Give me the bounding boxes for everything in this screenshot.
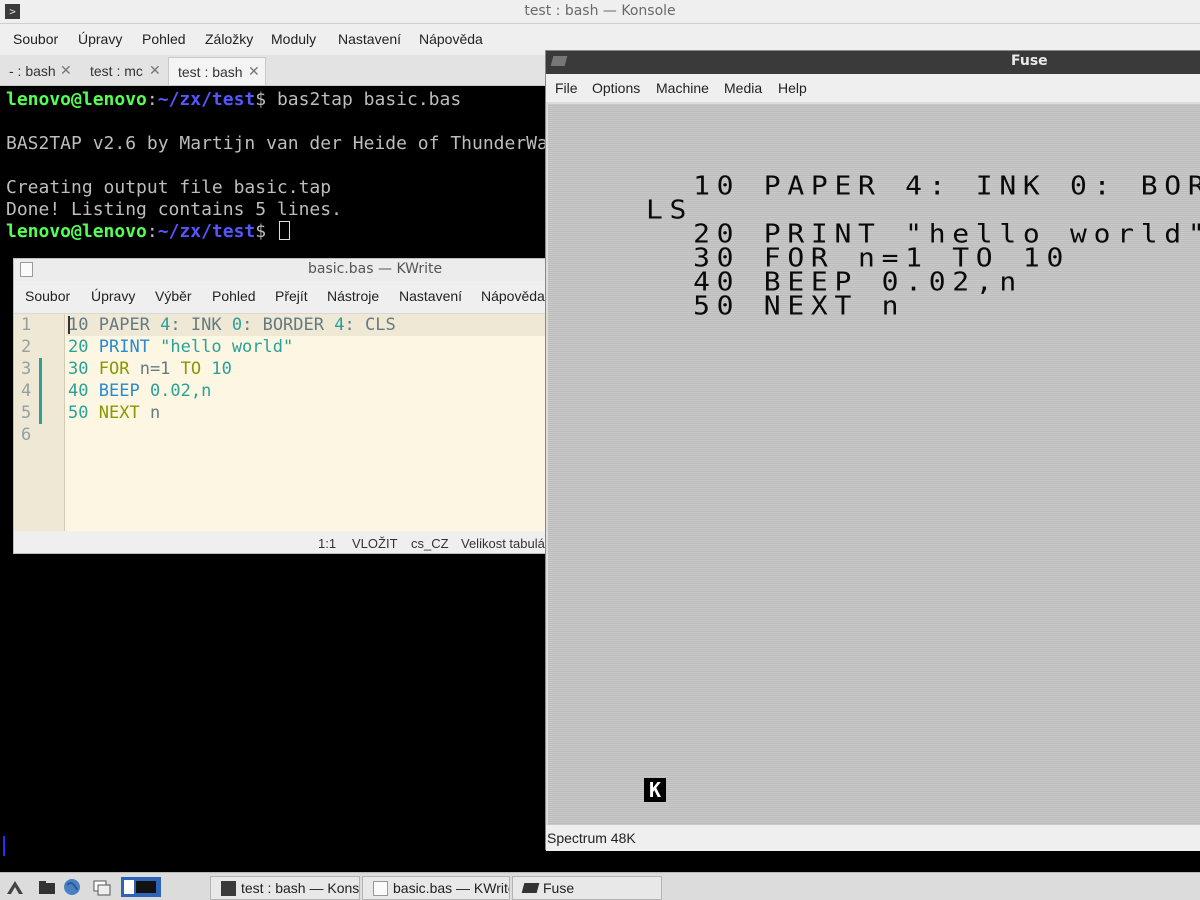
screen-line: 50 NEXT n bbox=[646, 290, 906, 321]
modified-line-marker bbox=[39, 358, 42, 380]
task-fuse[interactable]: Fuse bbox=[512, 876, 662, 900]
terminal-output-line: Creating output file basic.tap bbox=[6, 177, 332, 198]
prompt-end: $ bbox=[255, 221, 277, 242]
menu-upravy[interactable]: Úpravy bbox=[91, 288, 135, 304]
document-icon bbox=[373, 881, 388, 896]
prompt-path: ~/zx/test bbox=[157, 89, 256, 110]
screen-line: 10 PAPER 4: INK 0: BORDER 4: C bbox=[693, 170, 1200, 201]
prompt-path: ~/zx/test bbox=[157, 221, 256, 242]
task-label: Fuse bbox=[543, 880, 575, 896]
spectrum-icon bbox=[521, 883, 540, 893]
menu-help[interactable]: Help bbox=[778, 80, 807, 96]
prompt-user: lenovo@lenovo bbox=[6, 221, 147, 242]
task-label: test : bash — Konsole bbox=[241, 880, 360, 896]
code-line: 10 PAPER 4: INK 0: BORDER 4: CLS bbox=[68, 315, 396, 335]
kwrite-title: basic.bas — KWrite bbox=[308, 261, 443, 277]
code-line: 20 PRINT "hello world" bbox=[68, 337, 294, 357]
terminal-icon bbox=[221, 881, 236, 896]
tab-test-bash-active[interactable]: test : bash ✕ bbox=[168, 57, 266, 85]
terminal-command-line: lenovo@lenovo:~/zx/test$ bas2tap basic.b… bbox=[6, 89, 461, 111]
menu-options[interactable]: Options bbox=[592, 80, 640, 96]
menu-machine[interactable]: Machine bbox=[656, 80, 709, 96]
menu-nastroje[interactable]: Nástroje bbox=[327, 288, 379, 304]
menu-prejit[interactable]: Přejít bbox=[275, 288, 308, 304]
text-cursor bbox=[68, 316, 70, 334]
menu-nastaveni[interactable]: Nastavení bbox=[399, 288, 462, 304]
konsole-title: test : bash — Konsole bbox=[524, 3, 676, 19]
input-mode[interactable]: VLOŽIT bbox=[352, 536, 398, 551]
task-label: basic.bas — KWrite bbox=[393, 880, 510, 896]
menu-moduly[interactable]: Moduly bbox=[271, 31, 316, 47]
web-browser-icon[interactable] bbox=[62, 877, 82, 897]
close-tab-icon[interactable]: ✕ bbox=[60, 62, 72, 79]
fuse-title: Fuse bbox=[1011, 53, 1048, 69]
terminal-command: bas2tap basic.bas bbox=[276, 89, 462, 110]
tab-size-setting[interactable]: Velikost tabulátoru: 4 bbox=[461, 536, 545, 551]
konsole-titlebar[interactable]: > test : bash — Konsole bbox=[0, 0, 1200, 24]
menu-file[interactable]: File bbox=[555, 80, 578, 96]
close-tab-icon[interactable]: ✕ bbox=[248, 63, 260, 80]
keyword-cursor: K bbox=[644, 778, 666, 802]
file-manager-icon[interactable] bbox=[37, 877, 57, 897]
terminal-scroll-marker bbox=[3, 836, 5, 856]
show-windows-icon[interactable] bbox=[92, 877, 112, 897]
line-number: 6 bbox=[21, 425, 32, 445]
code-line: 50 NEXT n bbox=[68, 403, 161, 423]
document-icon[interactable] bbox=[20, 262, 33, 277]
line-number: 4 bbox=[21, 381, 32, 401]
code-line: 30 FOR n=1 TO 10 bbox=[68, 359, 232, 379]
prompt-separator: : bbox=[146, 89, 158, 110]
taskbar: test : bash — Konsole basic.bas — KWrite… bbox=[0, 872, 1200, 900]
prompt-separator: : bbox=[146, 221, 158, 242]
line-number: 2 bbox=[21, 337, 32, 357]
menu-zalozky[interactable]: Záložky bbox=[205, 31, 253, 47]
tab-mc[interactable]: test : mc ✕ bbox=[81, 57, 167, 85]
line-number: 3 bbox=[21, 359, 32, 379]
tab-label: test : bash bbox=[178, 64, 243, 80]
menu-soubor[interactable]: Soubor bbox=[13, 31, 58, 47]
spectrum-icon[interactable] bbox=[550, 56, 568, 66]
kwrite-titlebar[interactable]: basic.bas — KWrite bbox=[14, 259, 545, 281]
prompt-end: $ bbox=[255, 89, 277, 110]
kwrite-statusbar: 1:1 VLOŽIT cs_CZ Velikost tabulátoru: 4 bbox=[14, 531, 545, 553]
fuse-menubar: File Options Machine Media Help bbox=[546, 74, 1200, 102]
task-konsole[interactable]: test : bash — Konsole bbox=[210, 876, 360, 900]
code-editor[interactable]: 1 2 3 4 5 6 10 PAPER 4: INK 0: BORDER 4:… bbox=[14, 313, 545, 532]
menu-nastaveni[interactable]: Nastavení bbox=[338, 31, 401, 47]
menu-napoveda[interactable]: Nápověda bbox=[419, 31, 483, 47]
fuse-statusbar: Spectrum 48K bbox=[546, 825, 1200, 851]
menu-pohled[interactable]: Pohled bbox=[142, 31, 186, 47]
desktop-pager-icon[interactable] bbox=[121, 877, 161, 897]
cursor-position[interactable]: 1:1 bbox=[318, 536, 336, 551]
line-number-gutter: 1 2 3 4 5 6 bbox=[14, 314, 65, 532]
modified-line-marker bbox=[39, 380, 42, 402]
line-number: 1 bbox=[21, 315, 32, 335]
fuse-titlebar[interactable]: Fuse bbox=[546, 51, 1200, 74]
modified-line-marker bbox=[39, 402, 42, 424]
tab-label: test : mc bbox=[90, 63, 143, 79]
kwrite-menubar: Soubor Úpravy Výběr Pohled Přejít Nástro… bbox=[14, 281, 545, 313]
terminal-output-line: Done! Listing contains 5 lines. bbox=[6, 199, 342, 220]
kwrite-window: basic.bas — KWrite Soubor Úpravy Výběr P… bbox=[13, 258, 546, 554]
tab-bash[interactable]: - : bash ✕ bbox=[0, 57, 80, 85]
line-number: 5 bbox=[21, 403, 32, 423]
fuse-window: Fuse File Options Machine Media Help 10 … bbox=[545, 50, 1200, 851]
machine-type: Spectrum 48K bbox=[547, 830, 636, 846]
spectrum-screen[interactable]: 10 PAPER 4: INK 0: BORDER 4: C LS 20 PRI… bbox=[548, 104, 1200, 825]
menu-media[interactable]: Media bbox=[724, 80, 762, 96]
task-kwrite[interactable]: basic.bas — KWrite bbox=[362, 876, 510, 900]
close-tab-icon[interactable]: ✕ bbox=[149, 62, 161, 79]
menu-napoveda[interactable]: Nápověda bbox=[481, 288, 545, 304]
dictionary-locale[interactable]: cs_CZ bbox=[411, 536, 449, 551]
menu-vyber[interactable]: Výběr bbox=[155, 288, 192, 304]
terminal-cursor bbox=[278, 221, 290, 240]
menu-upravy[interactable]: Úpravy bbox=[78, 31, 122, 47]
tab-label: - : bash bbox=[9, 63, 56, 79]
prompt-user: lenovo@lenovo bbox=[6, 89, 147, 110]
menu-soubor[interactable]: Soubor bbox=[25, 288, 70, 304]
terminal-prompt-line: lenovo@lenovo:~/zx/test$ bbox=[6, 221, 290, 243]
launcher-icon[interactable] bbox=[5, 877, 25, 897]
code-line: 40 BEEP 0.02,n bbox=[68, 381, 212, 401]
menu-pohled[interactable]: Pohled bbox=[212, 288, 256, 304]
